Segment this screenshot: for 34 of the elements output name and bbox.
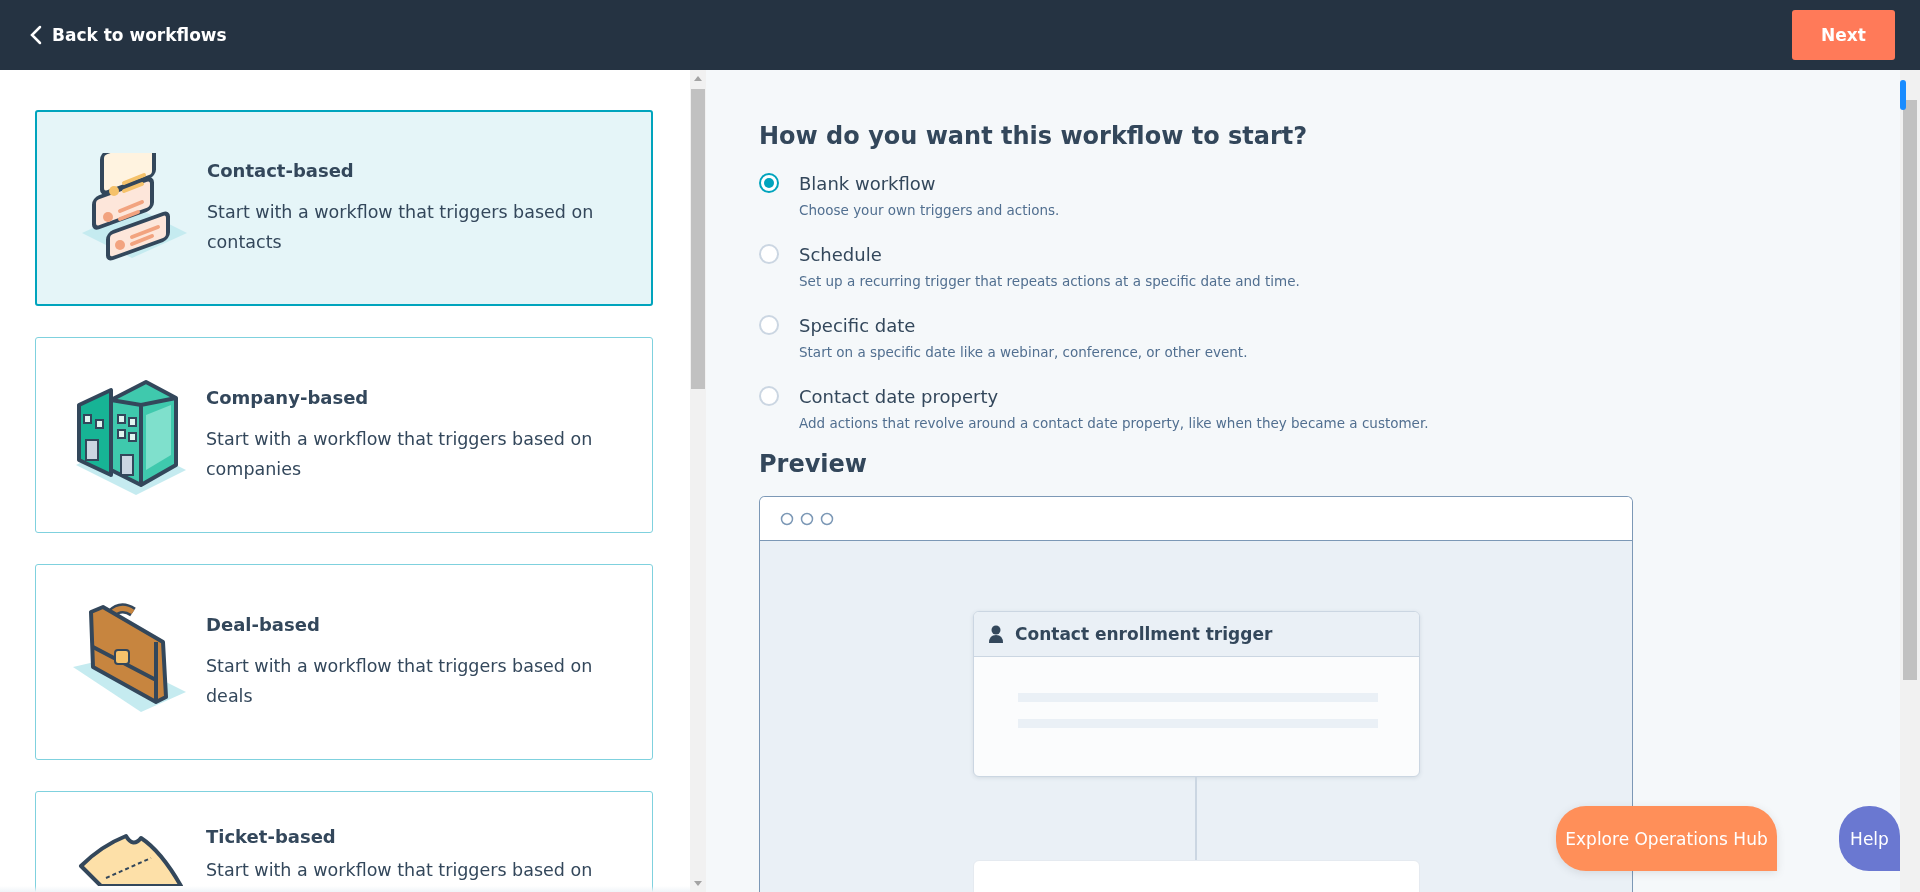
card-title: Company-based [206,386,370,408]
workflow-type-card[interactable]: Ticket-based Start with a workflow that triggers based on [35,791,653,892]
option-label[interactable]: Schedule [799,243,1873,267]
trigger-title: Contact enrollment trigger [1015,624,1273,644]
card-description: Start with a workflow that triggers based on [206,859,593,882]
radio-button[interactable] [759,315,779,335]
radio-button[interactable] [759,173,779,193]
option-description: Choose your own triggers and actions. [799,202,1061,218]
option-description: Add actions that revolve around a contact date property, like when they became a customer. [799,415,1430,431]
radio-button[interactable] [759,386,779,406]
card-description: Start with a workflow that triggers based on contacts [207,200,595,254]
scrollbar[interactable] [690,70,706,892]
option-label[interactable]: Specific date [799,314,1873,338]
help-button[interactable]: Help [1839,806,1900,871]
preview-heading: Preview [759,450,869,478]
card-title: Contact-based [207,159,355,181]
option-label[interactable]: Contact date property [799,385,1873,409]
section-heading: How do you want this workflow to start? [759,122,1309,150]
card-title: Deal-based [206,613,321,635]
scrollbar[interactable] [1900,70,1920,892]
option-description: Start on a specific date like a webinar, conference, or other event. [799,344,1249,360]
workflow-type-card[interactable]: Contact-based Start with a workflow that triggers based on contacts [35,110,653,306]
card-description: Start with a workflow that triggers based on companies [206,427,594,481]
workflow-type-card[interactable]: Company-based Start with a workflow that triggers based on companies [35,337,653,533]
card-description: Start with a workflow that triggers based on deals [206,654,594,708]
radio-button[interactable] [759,244,779,264]
window-dots-icon [780,511,836,526]
option-description: Set up a recurring trigger that repeats actions at a specific date and time. [799,273,1301,289]
person-icon [989,625,1003,643]
card-title: Ticket-based [206,826,337,847]
option-label[interactable]: Blank workflow [799,172,1873,196]
workflow-type-card[interactable]: Deal-based Start with a workflow that triggers based on deals [35,564,653,760]
back-link[interactable]: Back to workflows [30,25,227,45]
chevron-left-icon [30,25,42,45]
